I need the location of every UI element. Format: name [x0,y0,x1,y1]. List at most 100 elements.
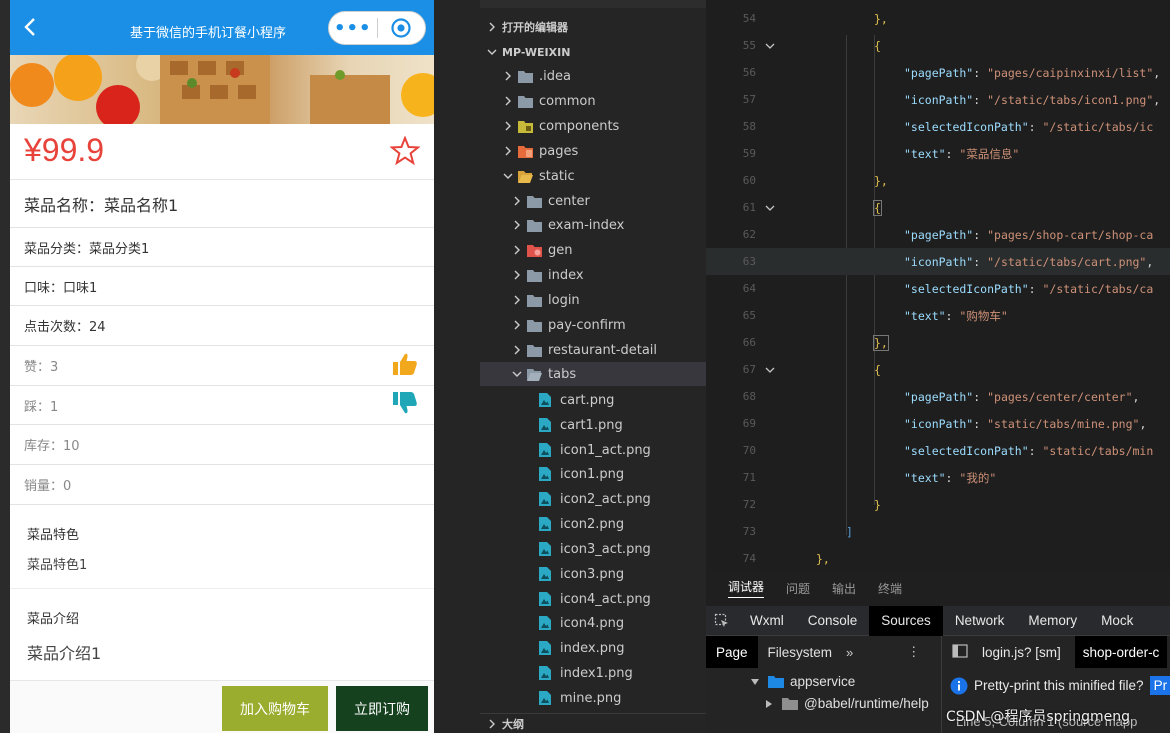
thumbs-down-icon[interactable] [392,391,418,419]
close-target-icon[interactable] [377,17,425,39]
folder-gen[interactable]: gen [480,238,706,262]
page-title: 基于微信的手机订餐小程序 [130,26,287,41]
tab-output[interactable]: 输出 [832,580,856,597]
file-tab-shop-order[interactable]: shop-order-c [1074,636,1168,668]
folder-label: tabs [548,366,577,382]
code-line: 66 }, [742,334,889,351]
file-icon3-act-png[interactable]: icon3_act.png [480,537,706,561]
folder-index[interactable]: index [480,263,706,287]
folder-pages[interactable]: pages [480,139,706,163]
order-now-button[interactable]: 立即订购 [336,686,428,731]
action-bar: 加入购物车 立即订购 [10,680,434,733]
folder-restaurant-detail[interactable]: restaurant-detail [480,338,706,362]
explorer-top-edge [480,0,706,8]
folder-center[interactable]: center [480,189,706,213]
intro-text: 菜品介绍1 [27,644,102,663]
folder-icon [527,294,542,307]
tab-filesystem[interactable]: Filesystem [758,645,843,660]
folder-label: common [539,93,596,109]
code-editor[interactable]: 54 }, 55 { 56 "pagePath": "pages/caipinx… [706,0,1170,570]
image-file-icon [539,467,551,481]
open-folder-icon [518,170,533,183]
file-index1-png[interactable]: index1.png [480,661,706,685]
file-cart1-png[interactable]: cart1.png [480,413,706,437]
folder-common[interactable]: common [480,89,706,113]
mini-program-navbar: 基于微信的手机订餐小程序 ••• [10,0,434,55]
thumbs-up-icon[interactable] [392,352,418,380]
image-file-icon [539,592,551,606]
more-dots-icon[interactable]: ••• [329,18,377,39]
folder-icon [527,219,542,232]
open-editors-section[interactable]: 打开的编辑器 [480,15,706,39]
folder-components[interactable]: components [480,114,706,138]
tab-debugger[interactable]: 调试器 [728,578,765,598]
file-label: index1.png [560,665,633,681]
folder-pay-confirm[interactable]: pay-confirm [480,313,706,337]
gen-folder-icon [527,244,542,257]
tab-terminal[interactable]: 终端 [878,580,902,597]
outline-section[interactable]: 大纲 [480,713,706,733]
folder-login[interactable]: login [480,288,706,312]
chevron-right-icon [514,320,520,330]
file-icon4-act-png[interactable]: icon4_act.png [480,587,706,611]
section-divider [10,588,434,589]
tab-page[interactable]: Page [706,636,758,668]
code-line: 62 "pagePath": "pages/shop-cart/shop-ca [742,227,1154,242]
project-section[interactable]: MP-WEIXIN [480,40,706,64]
file-cart-png[interactable]: cart.png [480,388,706,412]
code-line: 56 "pagePath": "pages/caipinxinxi/list", [742,65,1161,80]
chevron-right-icon [489,719,495,728]
file-icon3-png[interactable]: icon3.png [480,562,706,586]
folder-static[interactable]: static [480,164,706,188]
pretty-print-text: Pretty-print this minified file? [974,678,1144,693]
inspect-element-icon[interactable] [706,606,738,636]
folder-label: .idea [539,68,571,84]
toggle-navigator-icon[interactable] [952,643,968,661]
file-tab-login[interactable]: login.js? [sm] [982,645,1061,660]
image-file-icon [539,443,551,457]
code-line: 65 "text": "购物车" [742,308,1008,323]
sources-navigator: appservice @babel/runtime/help [706,668,942,733]
sales-text: 销量：0 [24,479,72,494]
image-file-icon [539,542,551,556]
tree-appservice[interactable]: appservice [750,674,855,689]
back-arrow-icon[interactable] [18,14,44,40]
intro-title: 菜品介绍 [27,612,80,627]
chevron-right-icon [489,22,495,32]
file-index-png[interactable]: index.png [480,636,706,660]
folder-label: exam-index [548,217,625,233]
code-line: 54 }, [742,11,888,26]
pretty-print-button[interactable]: Pr [1149,676,1170,695]
code-line: 60 }, [742,173,888,188]
folder-tabs[interactable]: tabs [480,362,706,386]
folder-idea[interactable]: .idea [480,64,706,88]
tab-sources[interactable]: Sources [869,605,943,636]
tab-mock[interactable]: Mock [1089,606,1145,636]
folder-label: components [539,118,620,134]
chevron-right-icon [514,270,520,280]
folder-icon [782,698,798,710]
project-label: MP-WEIXIN [502,45,571,59]
editor-file-tabs: login.js? [sm] shop-order-c [942,636,1170,668]
tab-network[interactable]: Network [943,606,1017,636]
add-to-cart-button[interactable]: 加入购物车 [222,686,328,731]
code-line: 73 ] [742,524,853,539]
more-tabs-chevron-icon[interactable]: » [846,645,853,660]
kebab-menu-icon[interactable]: ⋮ [907,644,920,660]
tree-babel-runtime[interactable]: @babel/runtime/help [764,696,929,711]
code-line: 70 "selectedIconPath": "static/tabs/min [742,443,1154,458]
file-icon4-png[interactable]: icon4.png [480,611,706,635]
chevron-right-icon [505,121,511,131]
tab-wxml[interactable]: Wxml [738,606,796,636]
tab-problems[interactable]: 问题 [786,580,810,597]
file-icon2-png[interactable]: icon2.png [480,512,706,536]
folder-exam-index[interactable]: exam-index [480,213,706,237]
favorite-star-icon[interactable] [389,135,421,170]
tab-console[interactable]: Console [796,606,870,636]
file-label: icon2_act.png [560,491,651,507]
file-icon2-act-png[interactable]: icon2_act.png [480,487,706,511]
file-icon1-png[interactable]: icon1.png [480,462,706,486]
file-icon1-act-png[interactable]: icon1_act.png [480,438,706,462]
tab-memory[interactable]: Memory [1016,606,1089,636]
file-mine-png[interactable]: mine.png [480,686,706,710]
